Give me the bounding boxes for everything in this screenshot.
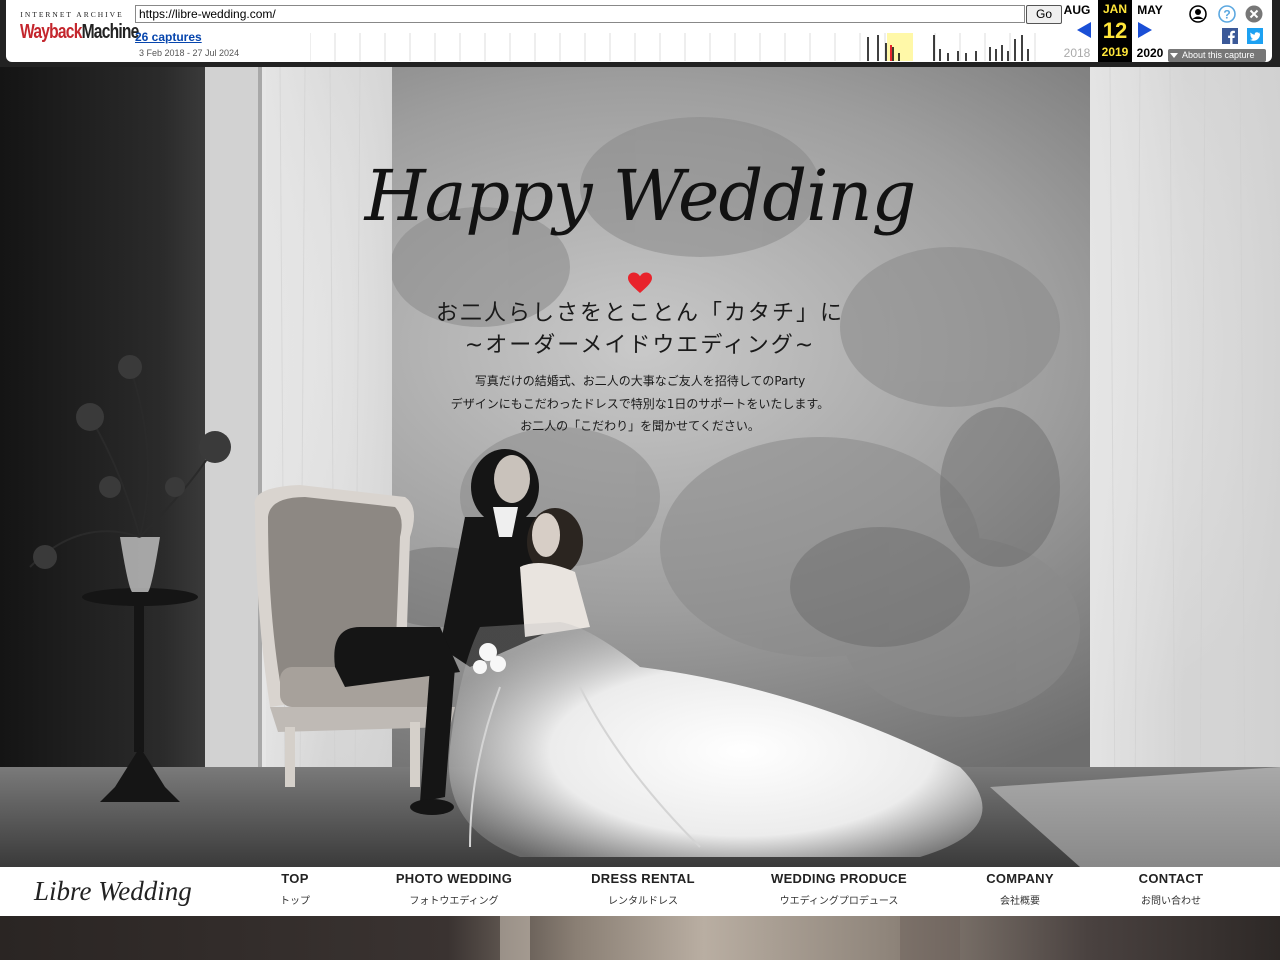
close-icon[interactable] (1245, 5, 1263, 23)
nav-item-photo-wedding-en: PHOTO WEDDING (395, 871, 513, 886)
nav-item-dress-rental-en: DRESS RENTAL (591, 871, 695, 886)
next-section-photo (0, 916, 1280, 960)
wayback-logo-machine: Machine (81, 21, 140, 43)
twitter-icon[interactable] (1247, 28, 1263, 44)
nav-item-company[interactable]: COMPANY 会社概要 (978, 871, 1062, 907)
nav-item-top-jp: トップ (280, 896, 310, 907)
prev-month-label[interactable]: AUG (1060, 3, 1094, 17)
next-year-label[interactable]: 2020 (1133, 46, 1167, 60)
current-capture-date: JAN 12 2019 (1098, 0, 1132, 62)
current-day: 12 (1102, 18, 1128, 43)
nav-item-photo-wedding[interactable]: PHOTO WEDDING フォトウエディング (389, 871, 519, 907)
next-month-label[interactable]: MAY (1133, 3, 1167, 17)
url-input[interactable]: https://libre-wedding.com/ (135, 5, 1025, 23)
nav-item-wedding-produce-jp: ウエディングプロデュース (779, 896, 899, 907)
nav-item-top[interactable]: TOP トップ (264, 871, 326, 907)
nav-item-wedding-produce[interactable]: WEDDING PRODUCE ウエディングプロデュース (763, 871, 915, 907)
hero-description-line-2: デザインにもこだわったドレスで特別な1日のサポートをいたします。 (450, 397, 830, 411)
nav-item-wedding-produce-en: WEDDING PRODUCE (771, 871, 907, 886)
chevron-down-icon (1170, 53, 1178, 59)
nav-item-company-en: COMPANY (986, 871, 1054, 886)
wayback-logo[interactable]: INTERNET ARCHIVE WaybackMachine (20, 10, 139, 43)
main-navigation: Libre Wedding TOP トップ PHOTO WEDDING フォトウ… (0, 867, 1280, 916)
current-month: JAN (1102, 2, 1127, 16)
wayback-toolbar: INTERNET ARCHIVE WaybackMachine https://… (0, 0, 1280, 67)
site-logo[interactable]: Libre Wedding (34, 876, 192, 907)
wayback-toolbar-panel: INTERNET ARCHIVE WaybackMachine https://… (6, 0, 1272, 62)
next-capture-arrow-icon[interactable] (1138, 22, 1152, 38)
wayback-logo-top: INTERNET ARCHIVE (20, 10, 124, 19)
nav-item-company-jp: 会社概要 (1000, 896, 1040, 907)
svg-text:?: ? (1223, 8, 1230, 22)
hero-section: Happy Wedding お二人らしさをとことん「カタチ」に ~オーダーメイド… (0, 67, 1280, 867)
nav-item-top-en: TOP (281, 871, 309, 886)
nav-item-dress-rental-jp: レンタルドレス (608, 896, 678, 907)
nav-item-contact[interactable]: CONTACT お問い合わせ (1131, 871, 1211, 907)
wayback-logo-wayback: Wayback (20, 21, 82, 43)
nav-item-contact-en: CONTACT (1138, 871, 1204, 886)
nav-item-contact-jp: お問い合わせ (1141, 896, 1201, 907)
hero-tagline-2: ~オーダーメイドウエディング~ (464, 333, 816, 358)
about-capture-button[interactable]: About this capture (1168, 49, 1266, 62)
user-account-icon[interactable] (1189, 5, 1207, 23)
prev-year-label[interactable]: 2018 (1060, 46, 1094, 60)
about-capture-label: About this capture (1182, 50, 1255, 60)
capture-date-range: 3 Feb 2018 - 27 Jul 2024 (139, 48, 240, 58)
facebook-icon[interactable] (1222, 28, 1238, 44)
help-icon[interactable]: ? (1218, 5, 1236, 23)
current-year: 2019 (1101, 45, 1129, 59)
hero-tagline-1: お二人らしさをとことん「カタチ」に (435, 301, 844, 326)
nav-item-photo-wedding-jp: フォトウエディング (409, 896, 499, 907)
prev-capture-arrow-icon[interactable] (1077, 22, 1091, 38)
go-button[interactable]: Go (1026, 5, 1062, 24)
hero-description-line-1: 写真だけの結婚式、お二人の大事なご友人を招待してのParty (474, 374, 806, 388)
heart-icon (628, 272, 652, 293)
wayback-logo-wordmark: WaybackMachine (20, 21, 139, 43)
hero-script-title: Happy Wedding (364, 155, 917, 237)
hero-description-line-3: お二人の「こだわり」を聞かせてください。 (520, 419, 760, 433)
captures-link[interactable]: 26 captures (135, 30, 202, 44)
capture-sparkline[interactable] (310, 33, 1062, 61)
nav-item-dress-rental[interactable]: DRESS RENTAL レンタルドレス (585, 871, 701, 907)
